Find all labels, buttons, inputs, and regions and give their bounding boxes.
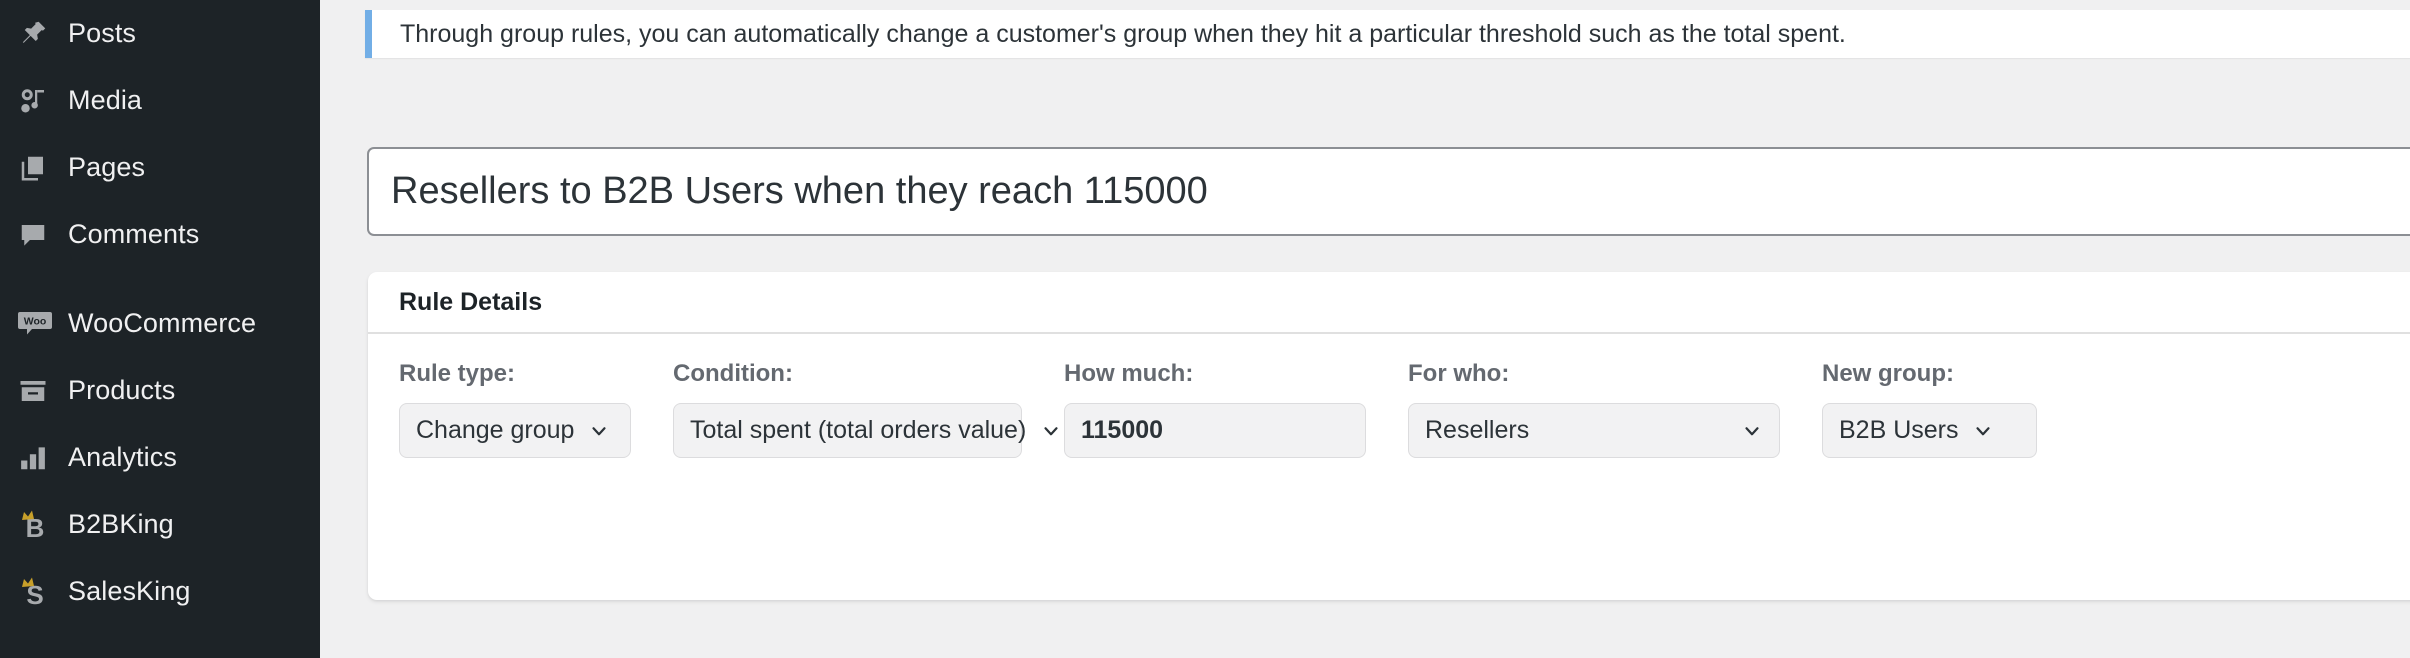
- media-icon: [18, 86, 68, 116]
- chevron-down-icon: [1972, 420, 1994, 442]
- new-group-label: New group:: [1822, 360, 1954, 387]
- for-who-select[interactable]: Resellers: [1408, 403, 1780, 458]
- sidebar-item-label: Products: [68, 375, 176, 405]
- rule-title-input[interactable]: [367, 147, 2410, 236]
- sidebar-item-woocommerce[interactable]: Woo WooCommerce: [0, 290, 320, 357]
- sidebar-item-comments[interactable]: Comments: [0, 201, 320, 268]
- condition-value: Total spent (total orders value): [690, 416, 1027, 444]
- chevron-down-icon: [1040, 420, 1062, 442]
- comment-bubble-icon: [18, 220, 68, 250]
- sidebar-item-salesking[interactable]: S SalesKing: [0, 558, 320, 625]
- svg-text:Woo: Woo: [24, 315, 47, 327]
- rule-type-select[interactable]: Change group: [399, 403, 631, 458]
- pin-icon: [18, 19, 68, 49]
- sidebar-item-b2bking[interactable]: B B2BKing: [0, 491, 320, 558]
- sidebar-item-analytics[interactable]: Analytics: [0, 424, 320, 491]
- condition-select[interactable]: Total spent (total orders value): [673, 403, 1058, 458]
- sidebar-item-label: Posts: [68, 18, 137, 48]
- main-content: Through group rules, you can automatical…: [320, 0, 2410, 658]
- woocommerce-icon: Woo: [18, 309, 68, 339]
- bar-chart-icon: [18, 443, 68, 473]
- sidebar-item-posts[interactable]: Posts: [0, 0, 320, 67]
- how-much-input[interactable]: 115000: [1064, 403, 1366, 458]
- sidebar-item-media[interactable]: Media: [0, 67, 320, 134]
- condition-label: Condition:: [673, 360, 793, 387]
- chevron-down-icon: [1741, 420, 1763, 442]
- sidebar-item-label: SalesKing: [68, 576, 191, 606]
- admin-sidebar: Posts Media Pages Comments Woo WooCommer…: [0, 0, 320, 658]
- salesking-crown-icon: S: [18, 575, 68, 609]
- rule-details-card: Rule Details Rule type: Change group Con…: [368, 272, 2410, 600]
- field-condition: Condition: Total spent (total orders val…: [673, 360, 1058, 458]
- how-much-label: How much:: [1064, 360, 1194, 387]
- sidebar-item-label: Analytics: [68, 442, 177, 472]
- how-much-value: 115000: [1081, 416, 1164, 444]
- rule-details-header: Rule Details: [368, 272, 2410, 334]
- rule-type-value: Change group: [416, 416, 575, 444]
- sidebar-item-label: B2BKing: [68, 509, 174, 539]
- for-who-value: Resellers: [1425, 416, 1530, 444]
- sidebar-item-products[interactable]: Products: [0, 357, 320, 424]
- chevron-down-icon: [588, 420, 610, 442]
- for-who-label: For who:: [1408, 360, 1510, 387]
- sidebar-item-label: Pages: [68, 152, 146, 182]
- field-how-much: How much: 115000: [1064, 362, 1366, 458]
- card-title: Rule Details: [399, 287, 543, 316]
- field-new-group: New group: B2B Users: [1822, 362, 2037, 458]
- sidebar-item-label: Comments: [68, 219, 200, 249]
- new-group-value: B2B Users: [1839, 416, 1959, 444]
- rule-details-body: Rule type: Change group Condition: Total…: [368, 334, 2410, 458]
- field-for-who: For who: Resellers: [1408, 362, 1780, 458]
- info-notice: Through group rules, you can automatical…: [365, 10, 2410, 58]
- products-box-icon: [18, 376, 68, 406]
- sidebar-item-label: WooCommerce: [68, 308, 257, 338]
- notice-text: Through group rules, you can automatical…: [400, 19, 1846, 48]
- sidebar-item-label: Media: [68, 85, 143, 115]
- b2bking-crown-icon: B: [18, 508, 68, 542]
- pages-icon: [18, 153, 68, 183]
- field-rule-type: Rule type: Change group: [399, 362, 631, 458]
- sidebar-item-pages[interactable]: Pages: [0, 134, 320, 201]
- sidebar-separator: [0, 268, 320, 290]
- rule-type-label: Rule type:: [399, 360, 516, 387]
- new-group-select[interactable]: B2B Users: [1822, 403, 2037, 458]
